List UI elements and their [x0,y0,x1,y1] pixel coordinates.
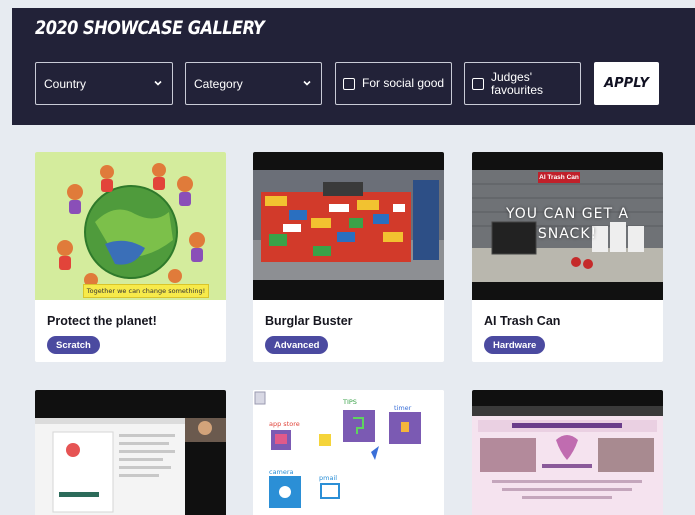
project-thumbnail [35,390,226,515]
judges-favourites-checkbox[interactable]: Judges' favourites [464,62,581,105]
project-title: Burglar Buster [265,314,353,328]
project-card-protect-the-planet[interactable]: Together we can change something! Protec… [35,152,226,362]
checkbox-icon [472,77,484,90]
project-card-burglar-buster[interactable]: Burglar Buster Advanced [253,152,444,362]
country-select-label: Country [44,76,87,91]
project-thumbnail [253,152,444,300]
project-title: AI Trash Can [484,314,561,328]
timer-label: timer [394,404,412,412]
app-store-label: app store [269,420,300,428]
checkbox-icon [343,77,355,90]
category-tag[interactable]: Advanced [265,336,329,354]
project-card[interactable] [35,390,226,515]
chevron-down-icon [154,80,162,86]
project-card-ai-trash-can[interactable]: AI Trash Can YOU CAN GET A SNACK! AI Tra… [472,152,663,362]
project-title: Protect the planet! [47,314,157,328]
filter-header: 2020 SHOWCASE GALLERY Country Category F… [12,8,695,125]
social-good-checkbox[interactable]: For social good [335,62,452,105]
pmail-label: pmail [319,474,338,482]
category-tag[interactable]: Hardware [484,336,546,354]
category-tag[interactable]: Scratch [47,336,100,354]
chevron-down-icon [303,80,311,86]
project-card[interactable] [472,390,663,515]
tips-label: TIPS [343,398,357,406]
project-thumbnail: Together we can change something! [35,152,226,300]
image-caption: Together we can change something! [83,284,209,298]
page-title: 2020 SHOWCASE GALLERY [35,17,265,39]
social-good-label: For social good [362,76,445,90]
judges-favourites-label: Judges' favourites [491,69,544,97]
project-thumbnail [472,390,663,515]
apply-button[interactable]: APPLY [594,62,659,105]
project-thumbnail: AI Trash Can YOU CAN GET A SNACK! [472,152,663,300]
project-card[interactable]: TIPS app store timer camera pmail [253,390,444,515]
category-select-label: Category [194,76,243,91]
project-thumbnail: TIPS app store timer camera pmail [253,390,444,515]
camera-label: camera [269,468,294,476]
image-sign: AI Trash Can [538,172,580,183]
image-overlay-text: YOU CAN GET A SNACK! [505,206,630,242]
country-select[interactable]: Country [35,62,173,105]
category-select[interactable]: Category [185,62,322,105]
